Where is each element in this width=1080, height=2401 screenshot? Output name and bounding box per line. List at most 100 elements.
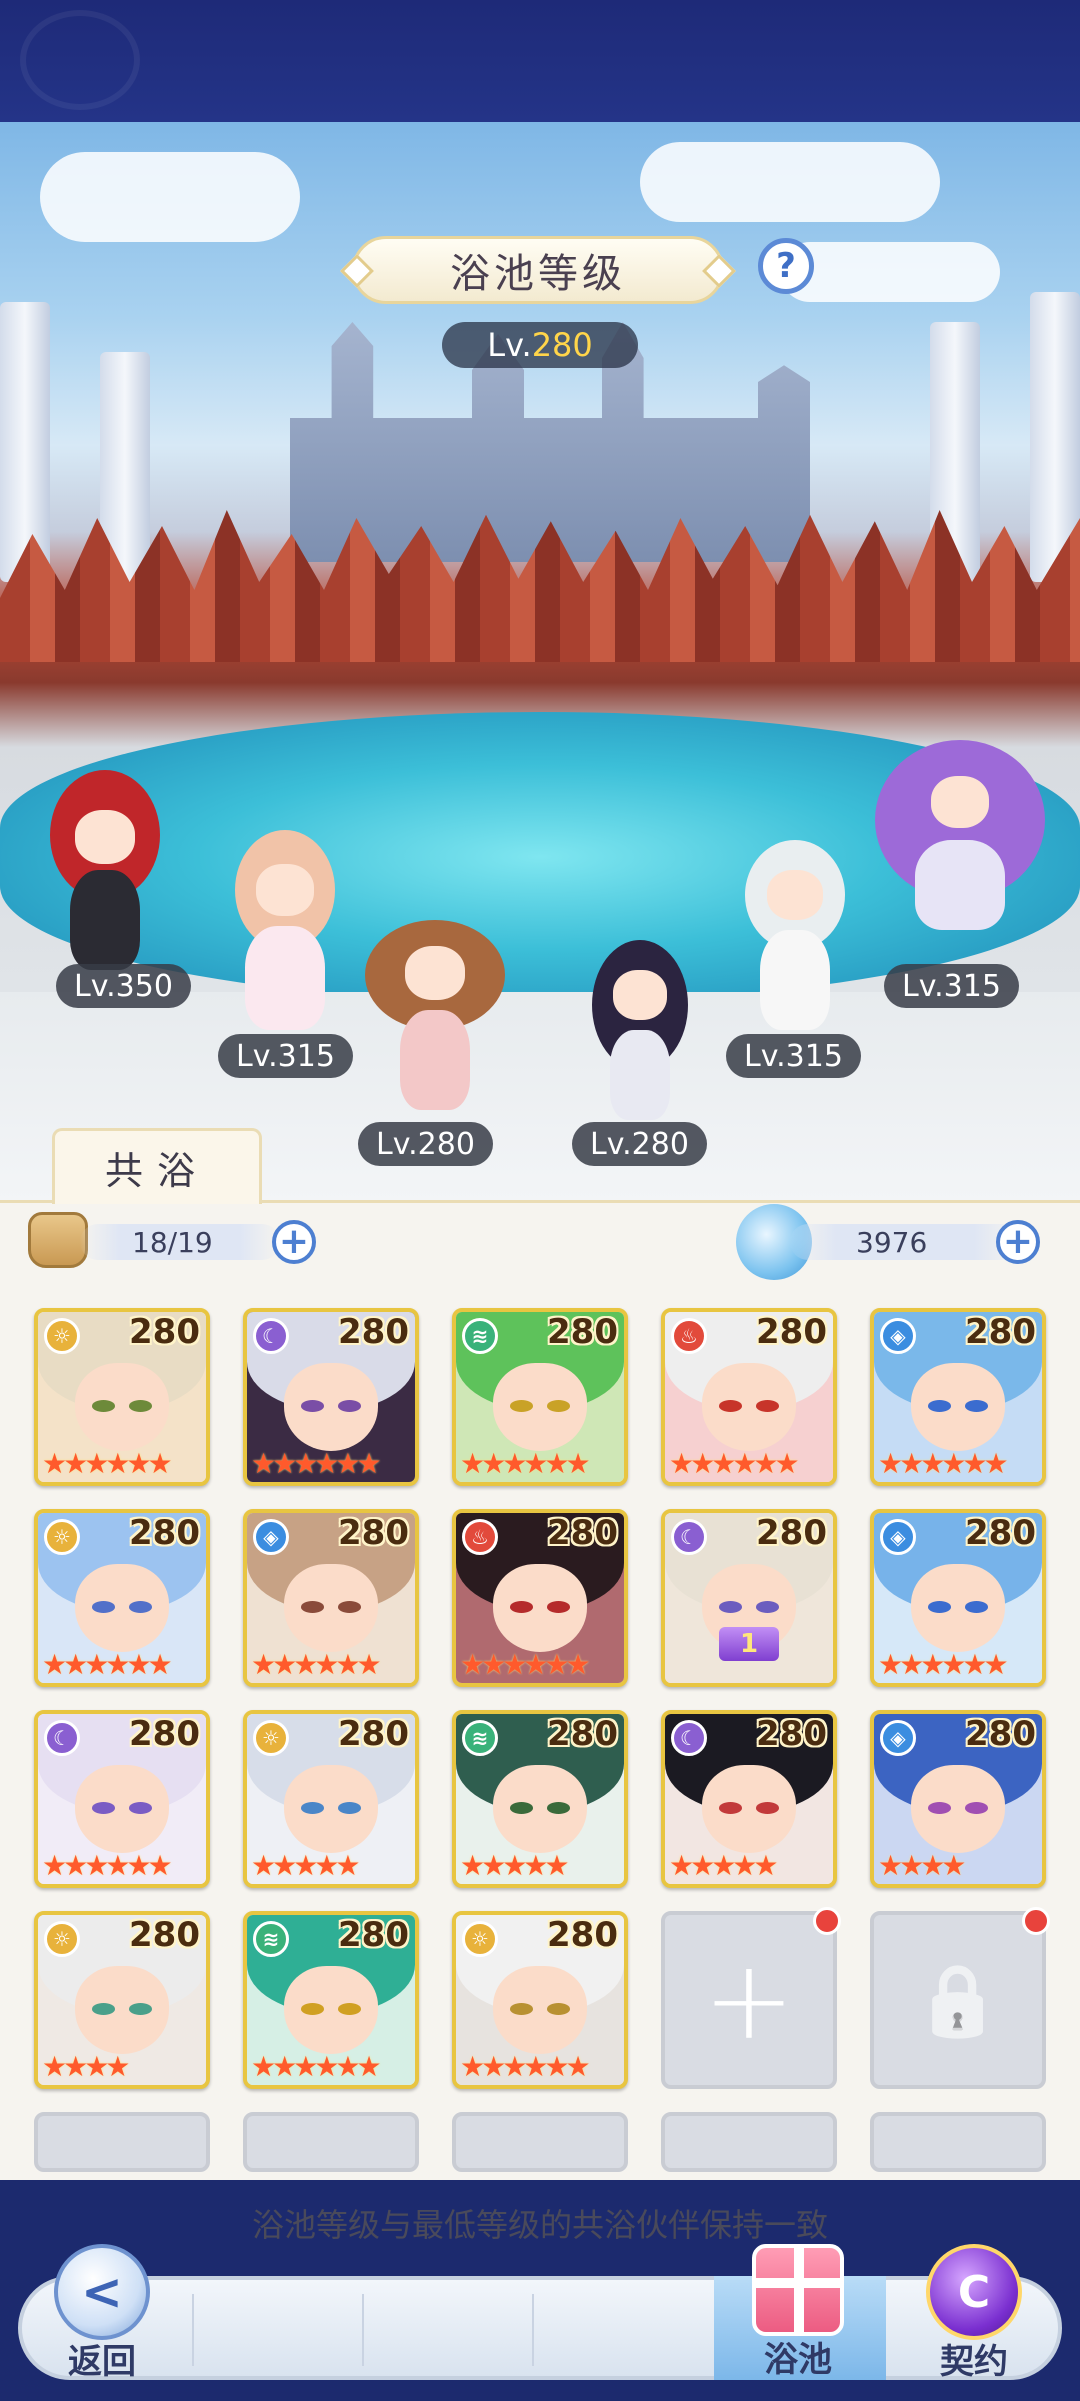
portrait-face [910,1765,1006,1854]
nav-divider [192,2294,194,2366]
back-label: 返回 [68,2342,136,2382]
star-rating: ★★★★★★ [251,2050,382,2083]
pool-level-prefix: Lv. [487,326,532,364]
cloud [640,142,940,222]
partner-level: 280 [547,1312,618,1352]
column [0,302,50,582]
portrait-face [701,1363,797,1452]
partner-level: 280 [756,1714,827,1754]
water-element-icon: ◈ [880,1720,916,1756]
character-face [931,776,989,828]
character-body [70,870,140,970]
pool-level-value: 280 [531,326,593,364]
contract-button[interactable]: C 契约 [926,2244,1022,2383]
partner-level: 280 [965,1513,1036,1553]
partner-card[interactable]: ≋ 280 ★★★★★★ [243,1911,419,2089]
portrait-face [283,1966,379,2055]
partner-level: 280 [756,1513,827,1553]
partner-level: 280 [965,1312,1036,1352]
empty-slot [243,2112,419,2172]
portrait-face [492,1564,588,1653]
fire-element-icon: ♨ [462,1519,498,1555]
partner-level: 280 [338,1714,409,1754]
character-body [610,1030,670,1120]
partner-card[interactable]: ♨ 280 ★★★★★★ [661,1308,837,1486]
partner-card[interactable]: ≋ 280 ★★★★★★ [452,1308,628,1486]
partner-card[interactable]: ◈ 280 ★★★★★★ [243,1509,419,1687]
add-partner-slot[interactable]: + [661,1907,841,2089]
locked-slot[interactable]: 🔒 [870,1907,1050,2089]
character-face [767,870,823,920]
character-4[interactable] [580,940,700,1120]
portrait-face [910,1363,1006,1452]
star-rating: ★★★★★ [669,1849,778,1882]
add-partner-slot-button[interactable]: + [272,1220,316,1264]
partner-card[interactable]: ☾ 280 ★★★★★★ [34,1710,210,1888]
lock-icon: 🔒 [914,1959,1002,2041]
moon-element-icon: ☾ [671,1519,707,1555]
character-5[interactable] [730,840,860,1030]
water-element-icon: ◈ [880,1519,916,1555]
star-rating: ★★★★ [42,2050,130,2083]
partner-card[interactable]: ☾ 280 1 [661,1509,837,1687]
partner-level: 280 [965,1714,1036,1754]
notification-dot [813,1907,841,1935]
character-3[interactable] [360,920,510,1120]
partner-card[interactable]: ☼ 280 ★★★★★★ [452,1911,628,2089]
partner-count-value: 18/19 [132,1225,213,1259]
partner-card[interactable]: ◈ 280 ★★★★★★ [870,1509,1046,1687]
plus-icon: + [702,1936,796,2064]
star-rating: ★★★★★★ [878,1648,1009,1681]
pool-level-badge: Lv. 280 [442,322,638,368]
star-rating: ★★★★★ [251,1849,360,1882]
character-body [915,840,1005,930]
partner-count: 18/19 [80,1222,280,1262]
star-rating: ★★★★★★ [42,1447,173,1480]
star-rating: ★★★★★ [460,1849,569,1882]
bottom-nav-bar [18,2276,1062,2380]
partner-card[interactable]: ≋ 280 ★★★★★ [452,1710,628,1888]
back-arrow-icon: < [54,2244,150,2340]
partner-level: 280 [129,1714,200,1754]
star-rating: ★★★★★★ [42,1849,173,1882]
partner-level: 280 [338,1312,409,1352]
character-6[interactable] [870,740,1050,940]
partner-card[interactable]: ◈ 280 ★★★★★★ [870,1308,1046,1486]
contract-icon: C [926,2244,1022,2340]
add-water-button[interactable]: + [996,1220,1040,1264]
character-body [760,930,830,1030]
character-2[interactable] [220,830,350,1030]
water-element-icon: ◈ [253,1519,289,1555]
partner-card[interactable]: ♨ 280 ★★★★★★ [452,1509,628,1687]
portrait-face [910,1564,1006,1653]
partner-card[interactable]: ☾ 280 ★★★★★ [661,1710,837,1888]
partner-card[interactable]: ☼ 280 ★★★★★ [243,1710,419,1888]
top-decoration [20,10,140,110]
portrait-face [492,1363,588,1452]
moon-element-icon: ☾ [253,1318,289,1354]
character-1[interactable] [40,770,170,970]
pool-level-title: 浴池等级 [340,236,736,304]
help-button[interactable]: ? [758,238,814,294]
top-bar [0,0,1080,122]
portrait-face [74,1765,170,1854]
pool-level-note: 浴池等级与最低等级的共浴伙伴保持一致 [251,2206,828,2244]
partner-card[interactable]: ☼ 280 ★★★★★★ [34,1509,210,1687]
character-face [256,864,314,916]
sun-element-icon: ☼ [44,1519,80,1555]
partner-card[interactable]: ☼ 280 ★★★★ [34,1911,210,2089]
partner-card[interactable]: ☼ 280 ★★★★★★ [34,1308,210,1486]
partner-card[interactable]: ◈ 280 ★★★★ [870,1710,1046,1888]
water-count-value: 3976 [856,1225,928,1259]
bath-button[interactable]: 浴池 [752,2244,844,2381]
empty-slot [34,2112,210,2172]
character-face [613,970,667,1020]
back-button[interactable]: < 返回 [54,2244,150,2383]
tab-shared-bath[interactable]: 共浴 [52,1128,262,1204]
portrait-face [283,1765,379,1854]
portrait-face [74,1363,170,1452]
partner-bag-icon [28,1212,88,1268]
partner-card[interactable]: ☾ 280 ★★★★★★ [243,1308,419,1486]
character-level: Lv.315 [884,964,1019,1008]
water-element-icon: ◈ [880,1318,916,1354]
